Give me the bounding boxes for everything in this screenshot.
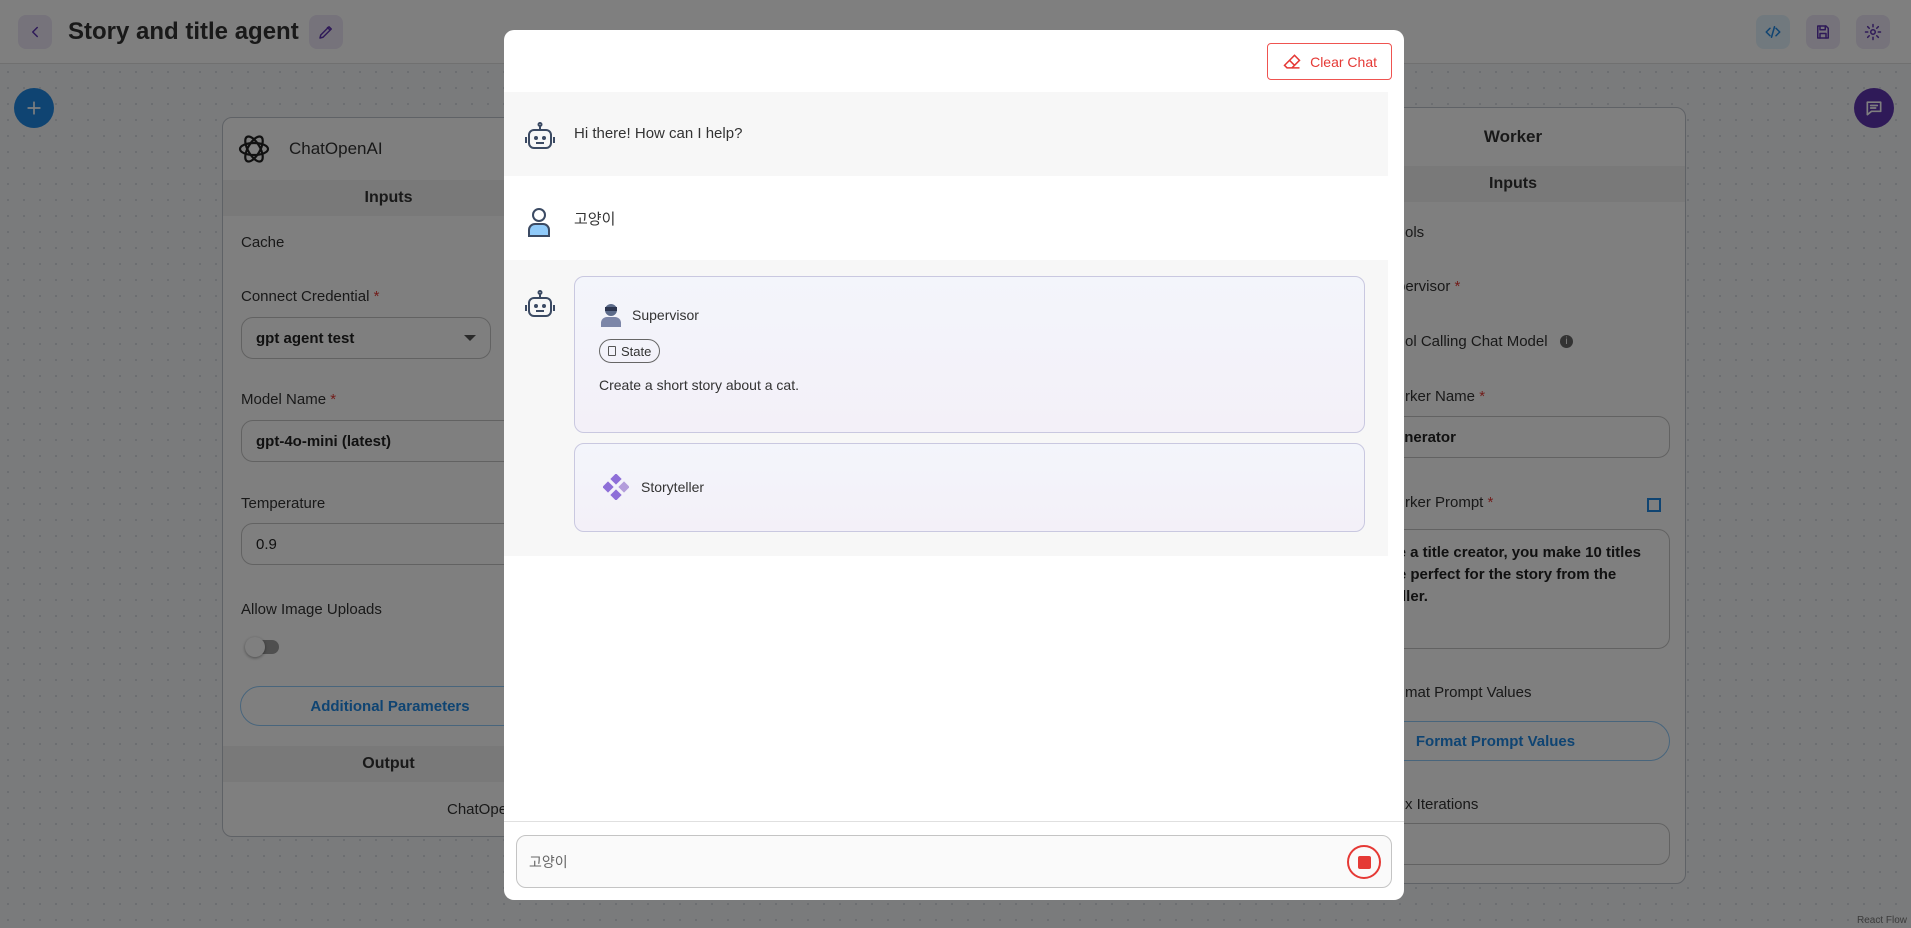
- stop-icon: [1357, 855, 1371, 869]
- eraser-icon: [1283, 53, 1301, 69]
- agent-name: Supervisor: [632, 307, 699, 323]
- clear-chat-label: Clear Chat: [1310, 53, 1377, 70]
- divider: [504, 821, 1404, 822]
- state-chip[interactable]: State: [599, 339, 661, 363]
- chat-input[interactable]: 고양이: [516, 835, 1392, 888]
- bot-agent-message: Supervisor State Create a short story ab…: [504, 260, 1388, 556]
- state-chip-label: State: [621, 343, 652, 359]
- bot-message: Hi there! How can I help?: [504, 92, 1388, 176]
- agent-name: Storyteller: [641, 479, 705, 495]
- supervisor-card: Supervisor State Create a short story ab…: [574, 276, 1365, 433]
- robot-icon: [525, 122, 555, 149]
- agent-message-text: Create a short story about a cat.: [599, 377, 799, 393]
- user-message: 고양이: [504, 176, 1388, 260]
- message-text: Hi there! How can I help?: [574, 125, 743, 142]
- clipboard-icon: [608, 346, 616, 356]
- chat-modal: Clear Chat Hi there! How can I help? 고양이…: [504, 30, 1404, 900]
- supervisor-avatar-icon: [601, 304, 621, 327]
- clear-chat-button[interactable]: Clear Chat: [1267, 43, 1392, 80]
- robot-icon: [525, 290, 555, 317]
- message-text: 고양이: [574, 211, 616, 228]
- stop-button[interactable]: [1347, 845, 1381, 879]
- user-avatar-icon: [528, 208, 550, 237]
- chat-input-value: 고양이: [529, 853, 568, 870]
- storyteller-diamond-icon: [603, 474, 629, 500]
- storyteller-card: Storyteller: [574, 443, 1365, 532]
